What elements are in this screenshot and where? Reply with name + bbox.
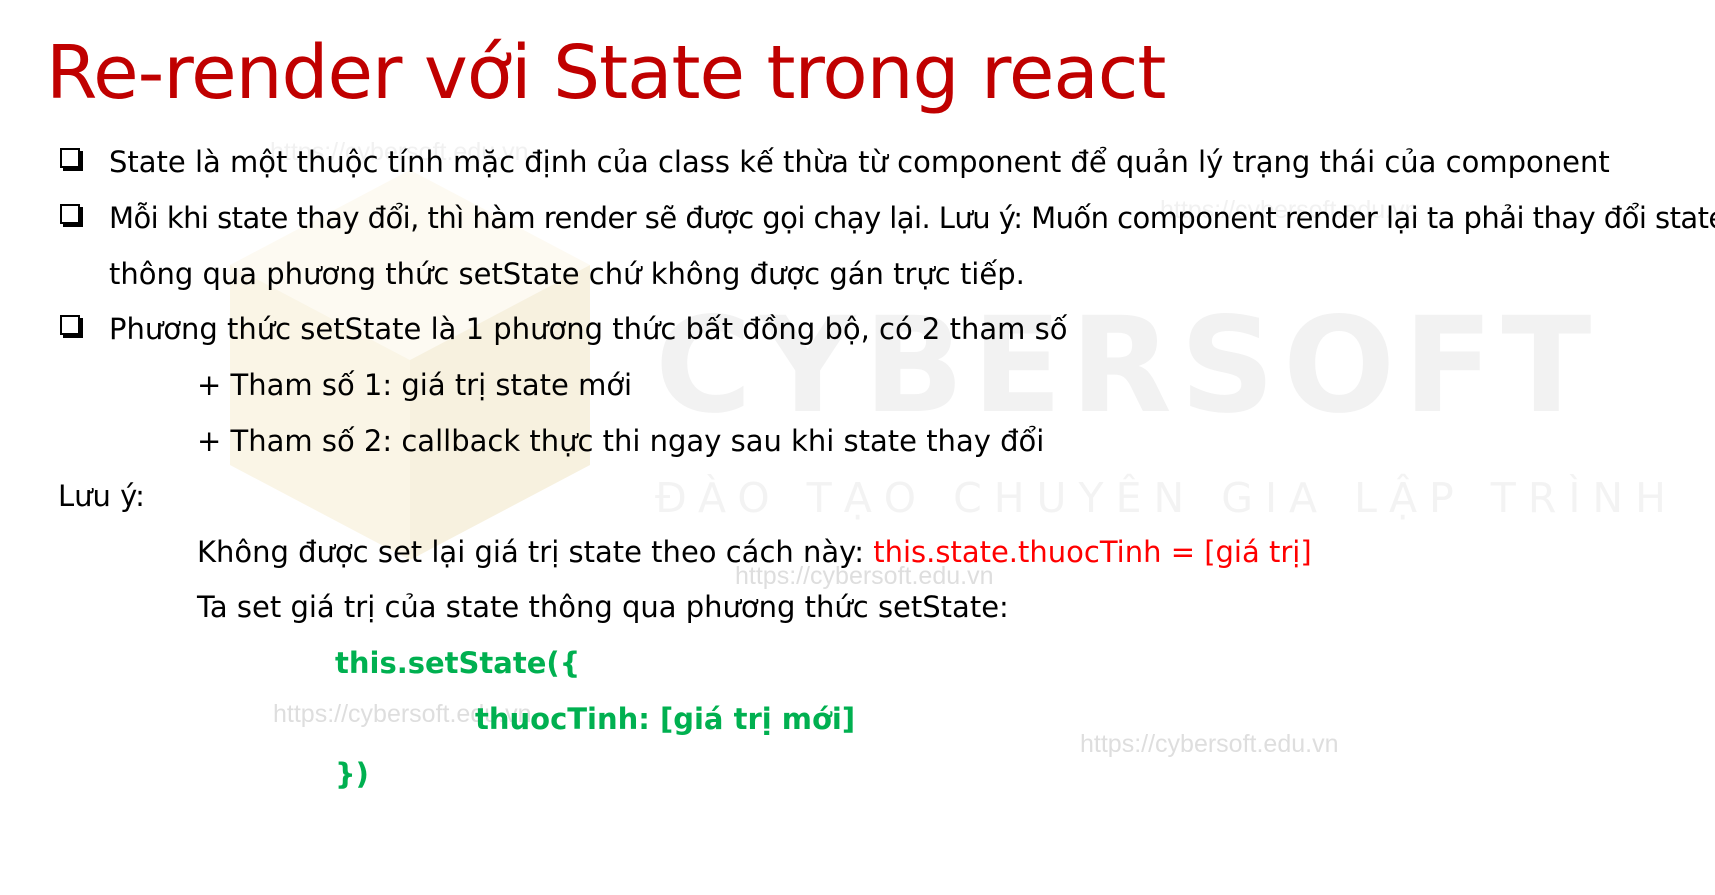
bullet-text: Mỗi khi state thay đổi, thì hàm render s… (109, 201, 1715, 235)
checkbox-bullet-icon (60, 315, 80, 335)
checkbox-bullet-icon (60, 204, 80, 224)
bullet-text: Phương thức setState là 1 phương thức bấ… (109, 312, 1068, 346)
note-line: Ta set giá trị của state thông qua phươn… (197, 590, 1009, 624)
note-text: Không được set lại giá trị state theo cá… (197, 535, 874, 569)
note-label: Lưu ý: (58, 479, 145, 513)
inline-code: this.state.thuocTinh = [giá trị] (873, 535, 1312, 569)
code-line: this.setState({ (335, 646, 581, 680)
param-item: + Tham số 1: giá trị state mới (197, 368, 633, 402)
slide-title: Re-render với State trong react (46, 30, 1166, 116)
bullet-text-continued: thông qua phương thức setState chứ không… (109, 257, 1025, 291)
code-line: thuocTinh: [giá trị mới] (475, 702, 856, 736)
slide: CYBERSOFT ĐÀO TẠO CHUYÊN GIA LẬP TRÌNH h… (0, 0, 1715, 895)
watermark-tagline: ĐÀO TẠO CHUYÊN GIA LẬP TRÌNH (655, 474, 1678, 522)
checkbox-bullet-icon (60, 148, 80, 168)
watermark-url: https://cybersoft.edu.vn (1080, 730, 1339, 758)
param-item: + Tham số 2: callback thực thi ngay sau … (197, 424, 1045, 458)
code-line: }) (335, 757, 369, 791)
bullet-text: State là một thuộc tính mặc định của cla… (109, 145, 1610, 179)
note-line: Không được set lại giá trị state theo cá… (197, 538, 1312, 567)
